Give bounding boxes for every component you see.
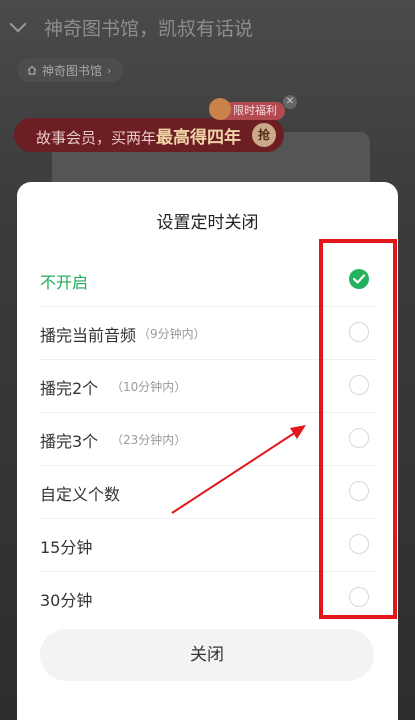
promo-text: 故事会员，买两年最高得四年 (36, 123, 241, 148)
sheet-title: 设置定时关闭 (156, 213, 259, 233)
option-note: （10分钟内） (111, 380, 187, 394)
promo-banner[interactable]: 故事会员，买两年最高得四年 抢 (14, 118, 284, 152)
album-chip-label: 神奇图书馆 (42, 63, 103, 78)
album-chip[interactable]: 神奇图书馆 › (17, 58, 124, 82)
annotation-highlight-box (319, 239, 397, 619)
home-icon (27, 65, 37, 75)
option-label: 不开启 (40, 273, 89, 292)
promo-text-highlight: 最高得四年 (156, 127, 242, 148)
option-label: 自定义个数 (40, 485, 121, 504)
promo-text-prefix: 故事会员，买两年 (36, 128, 157, 147)
chevron-down-icon[interactable] (9, 15, 27, 33)
option-label: 30分钟 (40, 591, 93, 610)
option-label: 播完2个 (40, 379, 99, 398)
promo-badge: 限时福利 (209, 98, 285, 120)
close-button[interactable]: 关闭 (40, 629, 374, 681)
option-label: 播完当前音频 (40, 326, 137, 345)
promo-badge-label: 限时福利 (233, 104, 277, 117)
option-note: （23分钟内） (111, 433, 187, 447)
page-title: 神奇图书馆，凯叔有话说 (44, 18, 254, 40)
gift-bag-icon (209, 98, 231, 120)
close-icon[interactable]: ✕ (283, 95, 297, 109)
option-label: 播完3个 (40, 432, 99, 451)
top-bar: 神奇图书馆，凯叔有话说 (0, 0, 415, 56)
option-note: （9分钟内） (138, 327, 206, 341)
chevron-right-icon: › (107, 63, 112, 77)
option-label: 15分钟 (40, 538, 93, 557)
promo-grab-button[interactable]: 抢 (252, 123, 276, 147)
